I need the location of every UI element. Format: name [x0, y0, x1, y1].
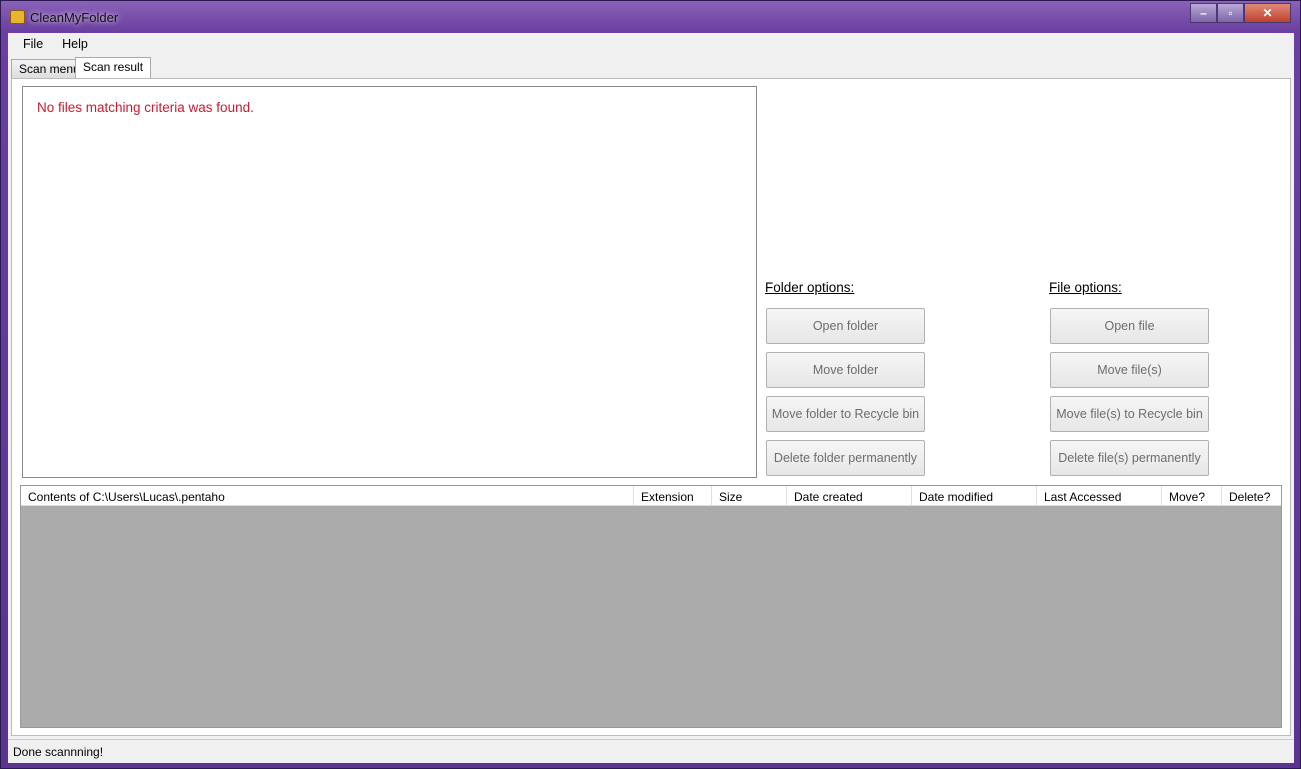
app-icon — [10, 10, 25, 24]
maximize-button[interactable]: ▫ — [1217, 3, 1244, 23]
close-button[interactable]: ✕ — [1244, 3, 1291, 23]
column-last-accessed[interactable]: Last Accessed — [1036, 486, 1128, 506]
menu-bar: File Help — [8, 33, 1294, 55]
close-icon: ✕ — [1262, 6, 1273, 20]
menu-help[interactable]: Help — [52, 33, 97, 55]
move-files-button[interactable]: Move file(s) — [1050, 352, 1209, 388]
minimize-button[interactable]: – — [1190, 3, 1217, 23]
delete-files-button[interactable]: Delete file(s) permanently — [1050, 440, 1209, 476]
move-folder-button[interactable]: Move folder — [766, 352, 925, 388]
column-size[interactable]: Size — [711, 486, 749, 506]
result-message: No files matching criteria was found. — [37, 100, 254, 115]
menu-file[interactable]: File — [8, 33, 52, 55]
column-delete[interactable]: Delete? — [1221, 486, 1277, 506]
client-area: File Help Scan menu Scan result No files… — [8, 33, 1294, 763]
title-bar: CleanMyFolder – ▫ ✕ — [1, 1, 1300, 33]
scan-result-page: No files matching criteria was found. Fo… — [11, 78, 1291, 736]
minimize-icon: – — [1200, 6, 1207, 20]
delete-folder-button[interactable]: Delete folder permanently — [766, 440, 925, 476]
open-folder-button[interactable]: Open folder — [766, 308, 925, 344]
result-panel: No files matching criteria was found. — [22, 86, 757, 478]
recycle-folder-button[interactable]: Move folder to Recycle bin — [766, 396, 925, 432]
window-title: CleanMyFolder — [30, 10, 119, 25]
column-move[interactable]: Move? — [1161, 486, 1212, 506]
column-extension[interactable]: Extension — [633, 486, 701, 506]
column-date-created[interactable]: Date created — [786, 486, 870, 506]
recycle-files-button[interactable]: Move file(s) to Recycle bin — [1050, 396, 1209, 432]
files-grid[interactable]: Contents of C:\Users\Lucas\.pentaho Exte… — [20, 485, 1282, 728]
open-file-button[interactable]: Open file — [1050, 308, 1209, 344]
grid-header: Contents of C:\Users\Lucas\.pentaho Exte… — [21, 486, 1281, 506]
tab-scan-result[interactable]: Scan result — [75, 57, 152, 79]
folder-options-title: Folder options: — [765, 280, 855, 295]
maximize-icon: ▫ — [1228, 6, 1233, 20]
app-window: CleanMyFolder – ▫ ✕ File Help Scan menu … — [0, 0, 1301, 769]
column-date-modified[interactable]: Date modified — [911, 486, 1000, 506]
column-contents[interactable]: Contents of C:\Users\Lucas\.pentaho — [21, 486, 232, 506]
file-options-title: File options: — [1049, 280, 1122, 295]
status-bar: Done scannning! — [8, 739, 1294, 763]
